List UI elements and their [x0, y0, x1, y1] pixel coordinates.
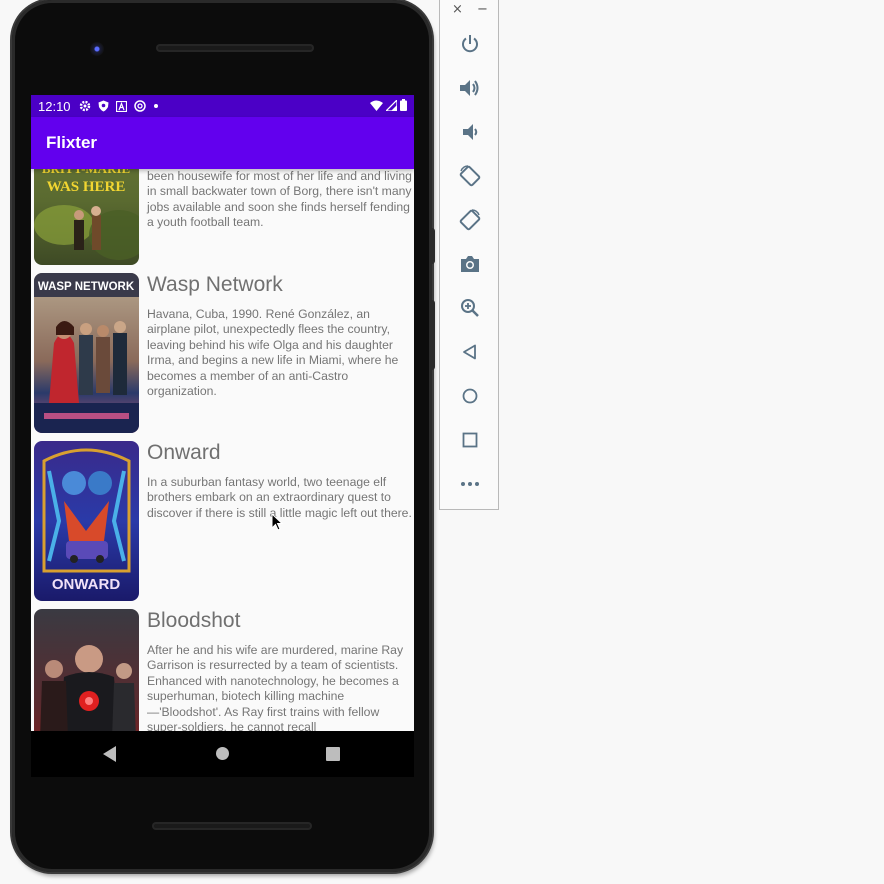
movie-description: been housewife for most of her life and …: [147, 169, 412, 230]
minimize-icon[interactable]: −: [477, 2, 488, 17]
volume-up-icon[interactable]: [458, 76, 482, 100]
back-icon[interactable]: [103, 746, 117, 762]
app-title: Flixter: [46, 133, 98, 152]
shield-icon: [98, 100, 109, 112]
poster-title: WASP NETWORK: [38, 281, 135, 293]
volume-down-icon[interactable]: [458, 120, 482, 144]
recents-icon[interactable]: [326, 747, 340, 761]
status-time: 12:10: [38, 98, 71, 114]
home-icon[interactable]: [458, 384, 482, 408]
signal-icon: [386, 99, 397, 111]
rotate-right-icon[interactable]: [458, 208, 482, 232]
emulator-toolbar: × −: [439, 0, 499, 510]
sync-icon: [133, 100, 146, 112]
movie-poster[interactable]: WASP NETWORK: [34, 273, 139, 433]
front-camera: [90, 42, 104, 56]
rotate-left-icon[interactable]: [458, 164, 482, 188]
dot-icon: [153, 104, 158, 108]
wifi-icon: [370, 100, 383, 111]
movie-title: Bloodshot: [147, 609, 241, 632]
a-icon: [115, 100, 127, 112]
movie-poster[interactable]: [34, 609, 139, 731]
movie-description: Havana, Cuba, 1990. René González, an ai…: [147, 307, 399, 399]
gear-icon: [79, 100, 90, 112]
bottom-speaker: [152, 822, 312, 830]
svg-text:WAS HERE: WAS HERE: [47, 179, 126, 195]
earpiece-speaker: [156, 44, 314, 52]
movie-list[interactable]: WAS HERE BRITT-MARIE been housewife for …: [31, 95, 414, 731]
movie-description: After he and his wife are murdered, mari…: [147, 643, 404, 731]
volume-hardware-button[interactable]: [430, 228, 435, 264]
overview-icon[interactable]: [458, 428, 482, 452]
power-icon[interactable]: [458, 32, 482, 56]
status-bar: 12:10: [31, 95, 414, 117]
movie-poster[interactable]: ONWARD: [34, 441, 139, 601]
home-icon[interactable]: [215, 746, 230, 761]
movie-title: Onward: [147, 441, 221, 464]
back-icon[interactable]: [458, 340, 482, 364]
navigation-bar: [31, 731, 414, 777]
camera-icon[interactable]: [458, 252, 482, 276]
close-icon[interactable]: ×: [452, 2, 463, 17]
battery-icon: [400, 99, 407, 111]
more-icon[interactable]: [458, 472, 482, 496]
poster-title: ONWARD: [52, 576, 120, 593]
app-bar: Flixter: [31, 117, 414, 169]
movie-title: Wasp Network: [147, 273, 283, 296]
power-hardware-button[interactable]: [430, 300, 435, 370]
zoom-icon[interactable]: [458, 296, 482, 320]
mouse-cursor-icon: [271, 513, 283, 531]
phone-screen: WAS HERE BRITT-MARIE been housewife for …: [31, 95, 414, 731]
